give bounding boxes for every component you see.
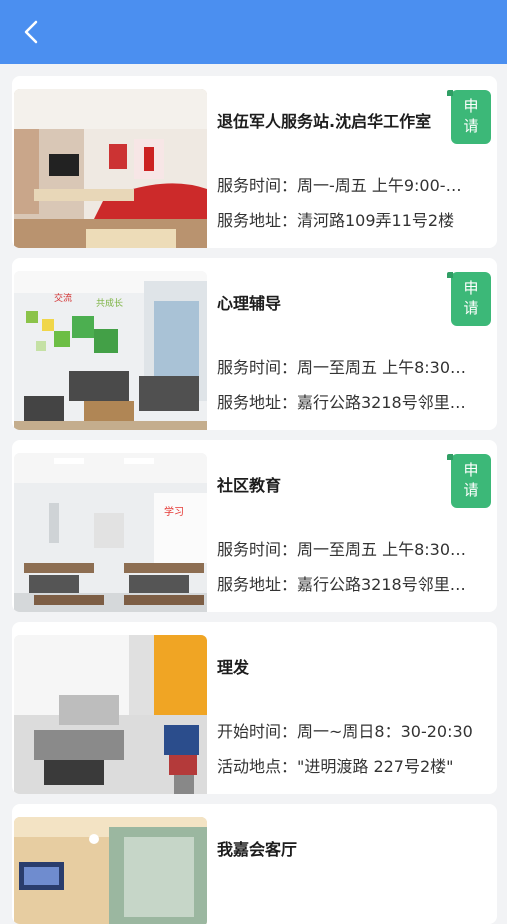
service-address: 服务地址：清河路109弄11号2楼 (217, 211, 455, 230)
svg-text:交流: 交流 (54, 292, 72, 304)
list-item[interactable]: 学习 社区教育 服务时间：周一至周五 上午8:30… 服务地址：嘉行公路3218… (12, 440, 497, 612)
service-address: 服务地址：嘉行公路3218号邻里… (217, 575, 466, 594)
list-item[interactable]: 我嘉会客厅 (12, 804, 497, 924)
service-time: 服务时间：周一-周五 上午9:00-… (217, 176, 462, 195)
service-time: 服务时间：周一至周五 上午8:30… (217, 540, 467, 559)
item-title: 理发 (217, 658, 250, 677)
apply-button[interactable]: 申 请 (447, 272, 491, 326)
list-item[interactable]: 交流 共成长 心理辅导 服务时间：周一至周五 上午8:30… 服务地址：嘉行公路… (12, 258, 497, 430)
activity-location: 活动地点："进明渡路 227号2楼" (217, 757, 454, 776)
svg-text:共成长: 共成长 (96, 297, 123, 309)
service-time: 服务时间：周一至周五 上午8:30… (217, 358, 467, 377)
chevron-left-icon[interactable] (18, 18, 46, 46)
room-photo: 学习 (14, 453, 207, 612)
room-photo: 交流 共成长 (14, 271, 207, 430)
top-bar (0, 0, 507, 64)
start-time: 开始时间：周一~周日8：30-20:30 (217, 722, 473, 741)
apply-button[interactable]: 申 请 (447, 90, 491, 144)
list-item[interactable]: 理发 开始时间：周一~周日8：30-20:30 活动地点："进明渡路 227号2… (12, 622, 497, 794)
item-title: 心理辅导 (217, 294, 282, 313)
list-item[interactable]: 退伍军人服务站.沈启华工作室 服务时间：周一-周五 上午9:00-… 服务地址：… (12, 76, 497, 248)
apply-button[interactable]: 申 请 (447, 454, 491, 508)
room-photo (14, 635, 207, 794)
item-title: 退伍军人服务站.沈启华工作室 (217, 112, 432, 131)
item-title: 社区教育 (217, 476, 282, 495)
service-address: 服务地址：嘉行公路3218号邻里… (217, 393, 466, 412)
room-photo (14, 817, 207, 924)
svg-text:学习: 学习 (164, 505, 184, 518)
item-title: 我嘉会客厅 (217, 840, 298, 859)
room-photo (14, 89, 207, 248)
